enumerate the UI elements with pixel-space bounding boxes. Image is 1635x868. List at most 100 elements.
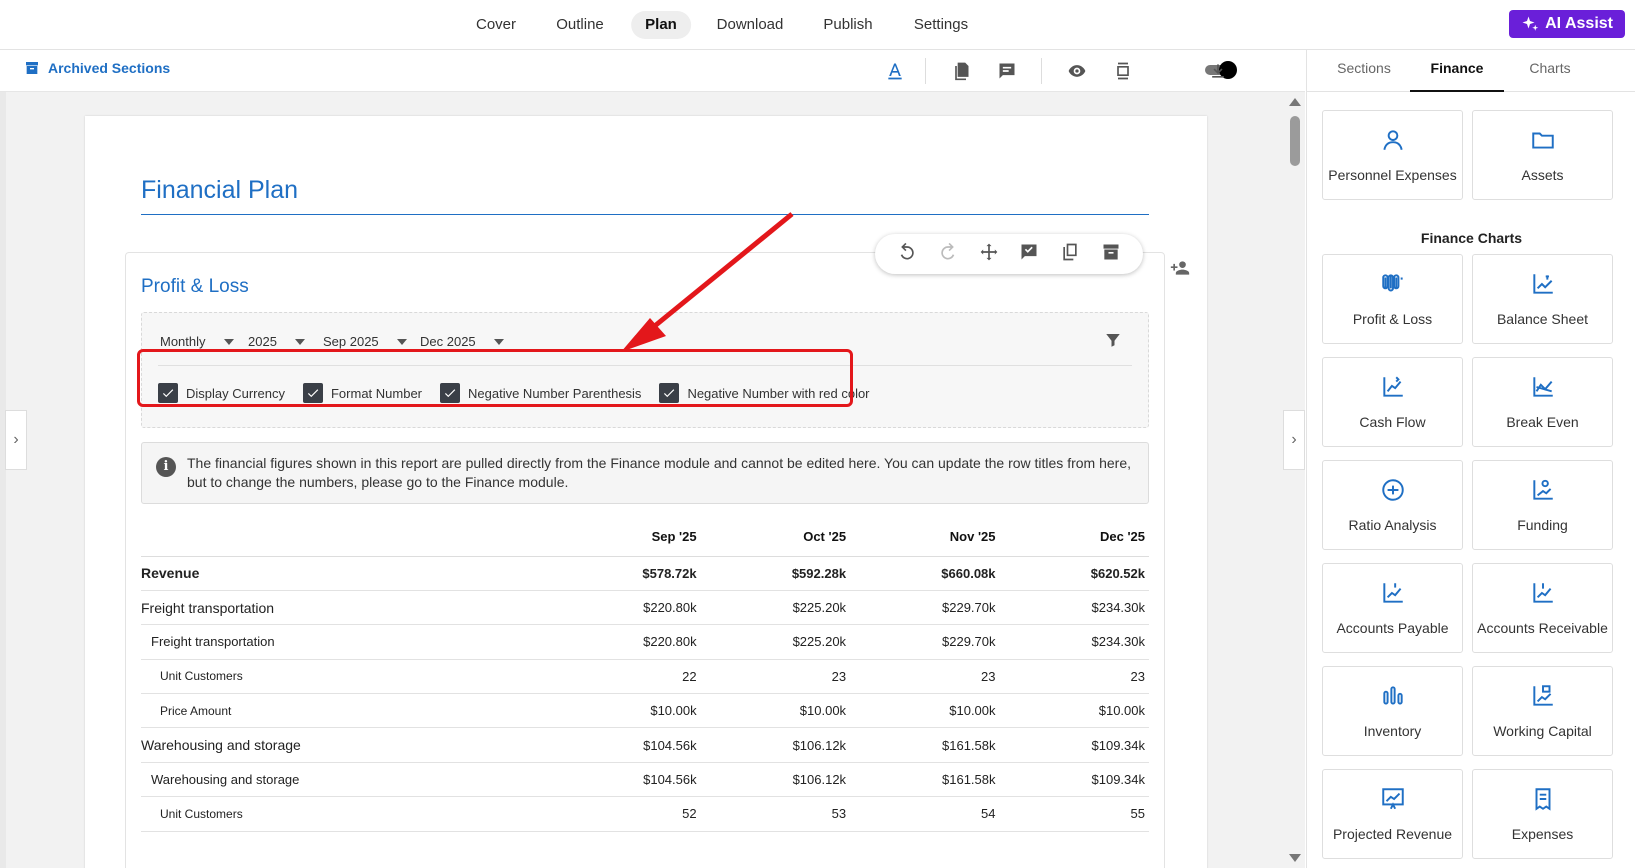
- card-label: Funding: [1517, 517, 1568, 533]
- card-label: Ratio Analysis: [1348, 517, 1437, 533]
- card-personnel-expenses[interactable]: Personnel Expenses: [1322, 110, 1463, 200]
- duplicate-icon[interactable]: [1060, 242, 1080, 267]
- card-accounts-receivable[interactable]: Accounts Receivable: [1472, 563, 1613, 653]
- ai-assist-button[interactable]: AI Assist: [1509, 10, 1625, 38]
- table-row: Warehousing and storage $104.56k $106.12k $…: [141, 727, 1149, 763]
- comment-check-icon[interactable]: [1019, 242, 1039, 267]
- tab-finance[interactable]: Finance: [1410, 50, 1504, 92]
- tab-charts[interactable]: Charts: [1503, 50, 1597, 92]
- page-layout-icon[interactable]: [1112, 60, 1134, 82]
- archived-sections-link[interactable]: Archived Sections: [24, 60, 170, 76]
- table-row: Freight transportation $220.80k $225.20k $2…: [141, 624, 1149, 660]
- nav-tab-settings[interactable]: Settings: [900, 11, 982, 39]
- section-title[interactable]: Profit & Loss: [141, 276, 249, 298]
- right-panel-toggle[interactable]: ›: [1283, 410, 1305, 470]
- balance-sheet-icon: [1473, 271, 1612, 297]
- nav-tab-cover[interactable]: Cover: [462, 11, 530, 39]
- row-title[interactable]: Freight transportation: [141, 624, 552, 660]
- card-accounts-payable[interactable]: Accounts Payable: [1322, 563, 1463, 653]
- card-assets[interactable]: Assets: [1472, 110, 1613, 200]
- to-select[interactable]: Dec 2025: [420, 334, 504, 349]
- row-value: $578.72k: [551, 556, 701, 591]
- row-title[interactable]: Warehousing and storage: [141, 727, 552, 763]
- archive-section-icon[interactable]: [1101, 242, 1121, 267]
- row-value: $220.80k: [551, 590, 701, 626]
- card-cash-flow[interactable]: Cash Flow: [1322, 357, 1463, 447]
- row-value: $10.00k: [700, 693, 851, 729]
- card-working-capital[interactable]: Working Capital: [1472, 666, 1613, 756]
- working-capital-icon: [1473, 683, 1612, 709]
- nav-tab-publish[interactable]: Publish: [809, 11, 886, 39]
- page-title[interactable]: Financial Plan: [141, 176, 298, 205]
- text-color-icon[interactable]: [884, 60, 906, 82]
- profit-loss-icon: [1323, 271, 1462, 297]
- left-panel-toggle[interactable]: ›: [5, 410, 27, 470]
- card-expenses[interactable]: Expenses: [1472, 769, 1613, 859]
- column-header: [141, 518, 552, 557]
- undo-icon[interactable]: [897, 242, 917, 267]
- year-select[interactable]: 2025: [248, 334, 305, 349]
- card-ratio-analysis[interactable]: Ratio Analysis: [1322, 460, 1463, 550]
- sparkle-icon: [1522, 16, 1539, 31]
- column-header: Nov '25: [850, 518, 1000, 557]
- to-value: Dec 2025: [420, 334, 476, 349]
- download-icon[interactable]: [1207, 60, 1229, 82]
- row-value: $109.34k: [999, 762, 1149, 798]
- nav-tab-download[interactable]: Download: [703, 11, 798, 39]
- chevron-down-icon: [294, 338, 305, 345]
- card-funding[interactable]: Funding: [1472, 460, 1613, 550]
- finance-charts-heading: Finance Charts: [1420, 230, 1523, 246]
- comment-icon[interactable]: [996, 60, 1018, 82]
- row-title[interactable]: Unit Customers: [141, 796, 552, 832]
- ratio-analysis-icon: [1323, 477, 1462, 503]
- card-label: Accounts Receivable: [1477, 620, 1608, 636]
- row-value: $10.00k: [850, 693, 1000, 729]
- section-toolbar: [875, 234, 1143, 274]
- row-title[interactable]: Warehousing and storage: [141, 762, 552, 798]
- row-title[interactable]: Price Amount: [141, 693, 552, 729]
- document-icon[interactable]: [950, 60, 972, 82]
- archived-sections-label: Archived Sections: [48, 60, 171, 76]
- redo-icon[interactable]: [938, 242, 958, 267]
- scroll-down-icon[interactable]: [1289, 854, 1301, 862]
- card-projected-revenue[interactable]: Projected Revenue: [1322, 769, 1463, 859]
- row-value: 55: [999, 796, 1149, 832]
- eye-icon[interactable]: [1066, 60, 1088, 82]
- row-title[interactable]: Unit Customers: [141, 659, 552, 695]
- card-inventory[interactable]: Inventory: [1322, 666, 1463, 756]
- cash-flow-icon: [1323, 374, 1462, 400]
- info-notice: i The financial figures shown in this re…: [141, 442, 1149, 504]
- nav-tab-plan[interactable]: Plan: [631, 11, 691, 39]
- scroll-up-icon[interactable]: [1289, 98, 1301, 106]
- row-title[interactable]: Revenue: [141, 556, 552, 591]
- table-row: Unit Customers 52 53 54 55: [141, 796, 1149, 832]
- nav-tab-outline[interactable]: Outline: [542, 11, 618, 39]
- table-row: Revenue $578.72k $592.28k $660.08k $620.52k: [141, 556, 1149, 591]
- row-value: 54: [850, 796, 1000, 832]
- add-user-icon[interactable]: [1170, 258, 1190, 283]
- card-label: Personnel Expenses: [1328, 167, 1457, 183]
- from-select[interactable]: Sep 2025: [323, 334, 407, 349]
- card-label: Projected Revenue: [1332, 826, 1453, 842]
- funding-icon: [1473, 477, 1612, 503]
- period-select[interactable]: Monthly: [160, 334, 234, 349]
- inventory-icon: [1323, 683, 1462, 709]
- period-value: Monthly: [160, 334, 206, 349]
- chevron-right-icon: ›: [1291, 431, 1297, 448]
- row-value: 52: [551, 796, 701, 832]
- card-break-even[interactable]: Break Even: [1472, 357, 1613, 447]
- card-profit-loss[interactable]: Profit & Loss: [1322, 254, 1463, 344]
- card-label: Cash Flow: [1359, 414, 1426, 430]
- row-title[interactable]: Freight transportation: [141, 590, 552, 626]
- chevron-down-icon: [223, 338, 234, 345]
- card-balance-sheet[interactable]: Balance Sheet: [1472, 254, 1613, 344]
- vertical-scrollbar[interactable]: [1284, 92, 1305, 868]
- row-value: $592.28k: [700, 556, 851, 591]
- column-header: Oct '25: [700, 518, 851, 557]
- tab-sections[interactable]: Sections: [1317, 50, 1411, 92]
- scroll-thumb[interactable]: [1290, 116, 1300, 166]
- move-icon[interactable]: [979, 242, 999, 267]
- profit-loss-table: Sep '25 Oct '25 Nov '25 Dec '25 Revenue $…: [141, 518, 1149, 832]
- filter-icon[interactable]: [1104, 331, 1122, 354]
- card-label: Working Capital: [1493, 723, 1592, 739]
